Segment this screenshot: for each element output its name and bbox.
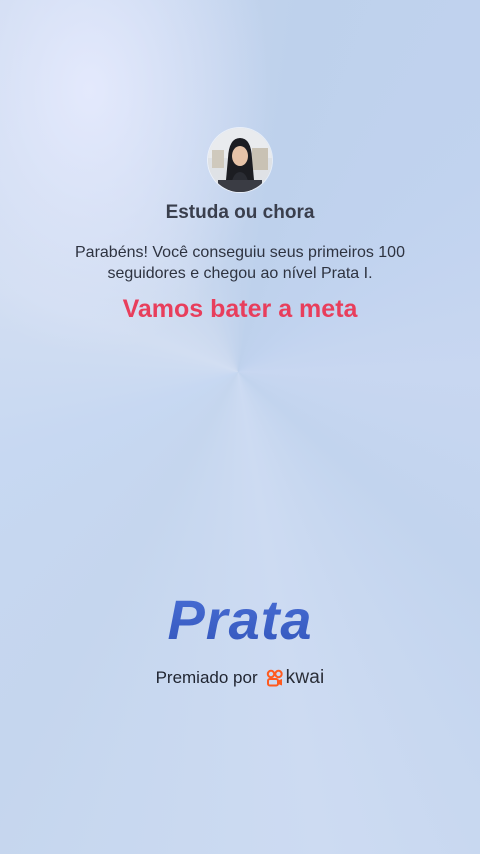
username: Estuda ou chora — [165, 202, 315, 223]
congratulations-message: Parabéns! Você conseguiu seus primeiros … — [75, 244, 405, 282]
award-label: Premiado por — [155, 668, 258, 687]
goal-text: Vamos bater a meta — [122, 295, 358, 323]
kwai-brand: kwai — [266, 667, 325, 689]
level-title: Prata — [0, 587, 480, 652]
avatar[interactable] — [208, 128, 272, 192]
achievement-screen: Estuda ou chora Parabéns! Você conseguiu… — [0, 0, 480, 854]
kwai-logo-icon — [266, 669, 284, 687]
kwai-wordmark: kwai — [285, 667, 325, 688]
profile-photo — [208, 128, 272, 192]
award-line: Premiado por kwai — [0, 667, 480, 689]
